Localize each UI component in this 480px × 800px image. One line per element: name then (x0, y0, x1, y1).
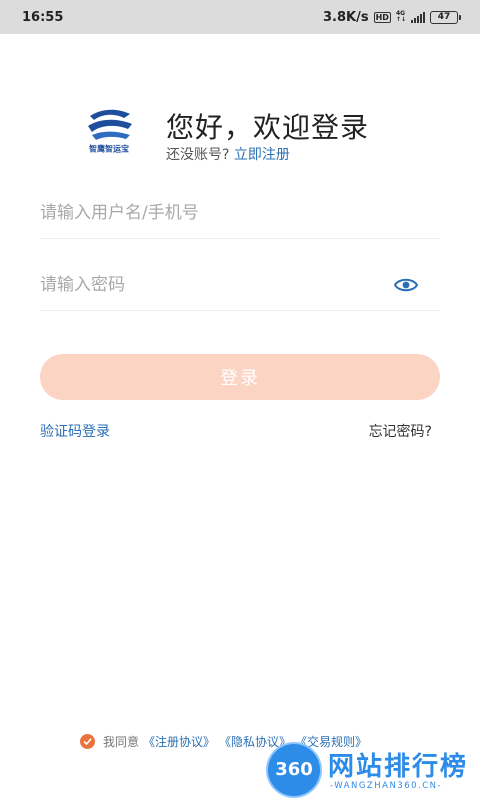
register-link[interactable]: 立即注册 (234, 147, 290, 163)
watermark-title: 网站排行榜 (328, 752, 469, 782)
login-button[interactable]: 登录 (40, 354, 440, 400)
logo-text: 智鹰智运宝 (89, 144, 129, 154)
watermark-subtitle: -WANGZHAN360.CN- (330, 781, 443, 791)
register-prompt: 还没账号? 立即注册 (166, 144, 290, 164)
watermark: 360 网站排行榜 -WANGZHAN360.CN- (268, 744, 478, 800)
network-speed: 3.8K/s (323, 9, 369, 25)
agree-checkbox[interactable] (80, 734, 95, 749)
username-input[interactable] (40, 190, 380, 236)
signal-icon (411, 11, 425, 23)
status-bar: 16:55 3.8K/s HD 4G ↑↓ 47 (0, 0, 480, 34)
password-input[interactable] (40, 262, 380, 308)
page-title: 您好，欢迎登录 (166, 111, 370, 144)
battery-level: 47 (437, 11, 451, 22)
watermark-badge: 360 (268, 744, 320, 796)
password-field-container (40, 262, 440, 311)
battery-icon: 47 (430, 10, 461, 24)
network-type-icon: 4G ↑↓ (395, 10, 406, 23)
hd-badge: HD (373, 11, 391, 23)
sms-login-link[interactable]: 验证码登录 (40, 421, 110, 441)
agree-prefix: 我同意 (103, 735, 140, 749)
username-field-container (40, 190, 440, 239)
logo-icon: 智鹰智运宝 (86, 109, 132, 154)
no-account-text: 还没账号? (166, 147, 230, 163)
login-header: 智鹰智运宝 您好，欢迎登录 还没账号? 立即注册 (84, 104, 444, 168)
check-icon (83, 738, 92, 746)
forgot-password-link[interactable]: 忘记密码? (369, 421, 432, 441)
status-indicators: 3.8K/s HD 4G ↑↓ 47 (323, 9, 461, 25)
eye-icon[interactable] (394, 275, 418, 295)
register-agreement-link[interactable]: 《注册协议》 (143, 733, 215, 750)
status-time: 16:55 (22, 9, 64, 25)
